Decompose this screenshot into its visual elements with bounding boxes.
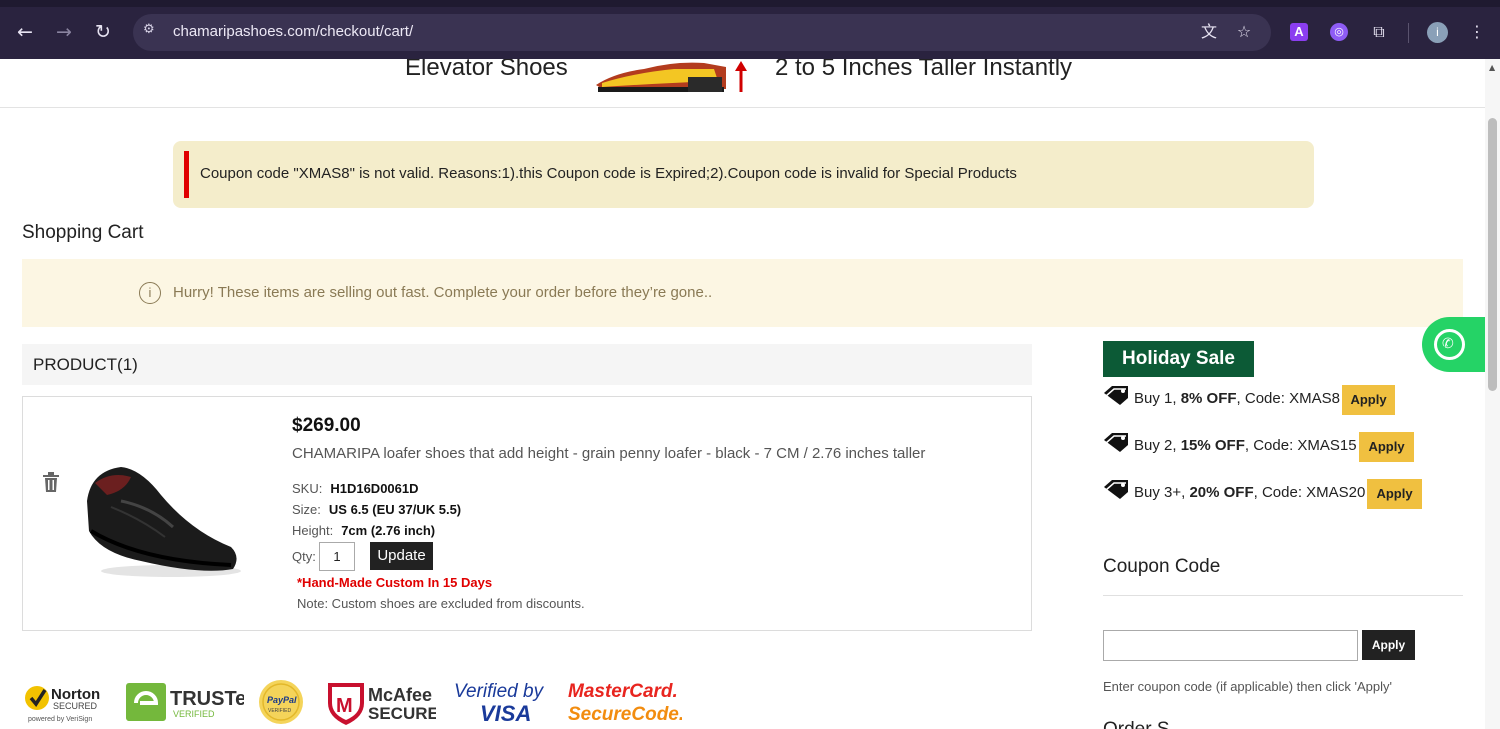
size-label: Size: xyxy=(292,502,321,517)
height-arrow-icon xyxy=(735,61,747,92)
banner-left-text: Elevator Shoes xyxy=(405,59,568,81)
translate-icon[interactable]: 文 xyxy=(1199,22,1219,42)
truste-verified-badge: TRUSTe VERIFIED xyxy=(126,683,244,721)
phone-icon: ✆ xyxy=(1442,336,1454,352)
height-row: Height: 7cm (2.76 inch) xyxy=(292,523,435,538)
visa-top: Verified by xyxy=(454,681,545,702)
back-icon[interactable]: ← xyxy=(13,20,37,44)
profile-avatar[interactable]: i xyxy=(1427,22,1448,43)
scroll-up-arrow-icon[interactable]: ▲ xyxy=(1489,63,1495,72)
discount-exclusion-note: Note: Custom shoes are excluded from dis… xyxy=(297,596,585,611)
holiday-sale-badge: Holiday Sale xyxy=(1103,341,1254,377)
page-title: Shopping Cart xyxy=(22,222,144,243)
deal-text: Buy 1, 8% OFF, Code: XMAS8 xyxy=(1134,390,1340,407)
norton-secured-badge: Norton SECURED powered by VeriSign xyxy=(25,686,100,723)
error-accent-bar xyxy=(184,151,189,198)
svg-text:M: M xyxy=(336,695,353,717)
promo-banner[interactable]: Elevator Shoes 2 to 5 Inches Taller Inst… xyxy=(0,59,1485,108)
info-icon: i xyxy=(139,282,161,304)
sku-label: SKU: xyxy=(292,481,323,496)
paypal-sub: VERIFIED xyxy=(268,708,291,714)
url-text[interactable]: chamaripashoes.com/checkout/cart/ xyxy=(173,23,413,40)
price-tag-icon xyxy=(1104,433,1128,452)
height-value: 7cm (2.76 inch) xyxy=(341,523,436,538)
norton-powered: powered by VeriSign xyxy=(28,716,92,723)
apply-deal-button[interactable]: Apply xyxy=(1359,432,1414,462)
coupon-hint: Enter coupon code (if applicable) then c… xyxy=(1103,679,1392,694)
sku-row: SKU: H1D16D0061D xyxy=(292,481,419,496)
order-summary-title: Order S xyxy=(1103,719,1170,729)
mcafee-text: McAfee xyxy=(368,685,432,705)
product-list-header: PRODUCT(1) xyxy=(22,344,1032,385)
extension-a-icon[interactable]: A xyxy=(1290,23,1308,41)
error-text: Coupon code "XMAS8" is not valid. Reason… xyxy=(200,165,1017,182)
deal-text: Buy 3+, 20% OFF, Code: XMAS20 xyxy=(1134,484,1366,501)
paypal-verified-badge: PayPal VERIFIED xyxy=(259,680,303,724)
qty-label: Qty: xyxy=(292,549,316,564)
coupon-section-title: Coupon Code xyxy=(1103,556,1221,577)
mcafee-sub: SECURE xyxy=(368,704,436,723)
norton-sub: SECURED xyxy=(53,701,98,711)
coupon-error-message: Coupon code "XMAS8" is not valid. Reason… xyxy=(173,141,1314,208)
item-name[interactable]: CHAMARIPA loafer shoes that add height -… xyxy=(292,445,925,462)
truste-text: TRUSTe xyxy=(170,688,244,710)
page-content: Elevator Shoes 2 to 5 Inches Taller Inst… xyxy=(0,59,1485,729)
bookmark-star-icon[interactable]: ☆ xyxy=(1234,22,1254,42)
whatsapp-chat-button[interactable]: ✆ xyxy=(1422,317,1485,372)
truste-sub: VERIFIED xyxy=(173,709,215,719)
urgency-notice: i Hurry! These items are selling out fas… xyxy=(22,259,1463,327)
coupon-code-input[interactable] xyxy=(1103,630,1358,661)
cart-item: $269.00 CHAMARIPA loafer shoes that add … xyxy=(22,396,1032,631)
height-label: Height: xyxy=(292,523,334,538)
product-count-label: PRODUCT(1) xyxy=(33,355,138,374)
quantity-input[interactable]: 1 xyxy=(319,542,355,571)
divider xyxy=(1103,595,1463,596)
product-image[interactable] xyxy=(81,461,241,585)
elevator-shoe-image xyxy=(596,62,726,92)
paypal-text: PayPal xyxy=(267,695,297,705)
reload-icon[interactable]: ↻ xyxy=(91,20,115,44)
trash-icon[interactable] xyxy=(42,472,60,492)
update-button[interactable]: Update xyxy=(370,542,433,570)
mastercard-top: MasterCard. xyxy=(568,681,678,702)
extension-b-icon[interactable]: ◎ xyxy=(1330,23,1348,41)
banner-right-text: 2 to 5 Inches Taller Instantly xyxy=(775,59,1073,81)
price-tag-icon xyxy=(1104,386,1128,405)
visa-bottom: VISA xyxy=(480,701,531,726)
sku-value: H1D16D0061D xyxy=(330,481,419,496)
menu-kebab-icon[interactable]: ⋮ xyxy=(1467,22,1487,42)
price-tag-icon xyxy=(1104,480,1128,499)
size-value: US 6.5 (EU 37/UK 5.5) xyxy=(328,502,462,517)
apply-deal-button[interactable]: Apply xyxy=(1367,479,1422,509)
tab-strip xyxy=(0,0,1500,7)
site-info-icon[interactable]: ⚙ xyxy=(143,22,159,40)
custom-made-note: *Hand-Made Custom In 15 Days xyxy=(297,575,493,590)
urgency-text: Hurry! These items are selling out fast.… xyxy=(173,284,713,301)
mastercard-bottom: SecureCode. xyxy=(568,704,682,725)
toolbar-separator xyxy=(1408,23,1409,43)
extensions-puzzle-icon[interactable]: ⧉ xyxy=(1369,22,1389,42)
forward-icon[interactable]: → xyxy=(52,20,76,44)
size-row: Size: US 6.5 (EU 37/UK 5.5) xyxy=(292,502,461,517)
apply-deal-button[interactable]: Apply xyxy=(1342,385,1395,415)
scrollbar-thumb[interactable] xyxy=(1488,118,1497,391)
deal-text: Buy 2, 15% OFF, Code: XMAS15 xyxy=(1134,437,1357,454)
verified-by-visa-badge: Verified by VISA xyxy=(454,681,545,726)
mastercard-securecode-badge: MasterCard. SecureCode. xyxy=(568,681,682,725)
item-price: $269.00 xyxy=(292,415,361,436)
coupon-apply-button[interactable]: Apply xyxy=(1362,630,1415,660)
mcafee-secure-badge: M McAfee SECURE xyxy=(328,683,436,725)
